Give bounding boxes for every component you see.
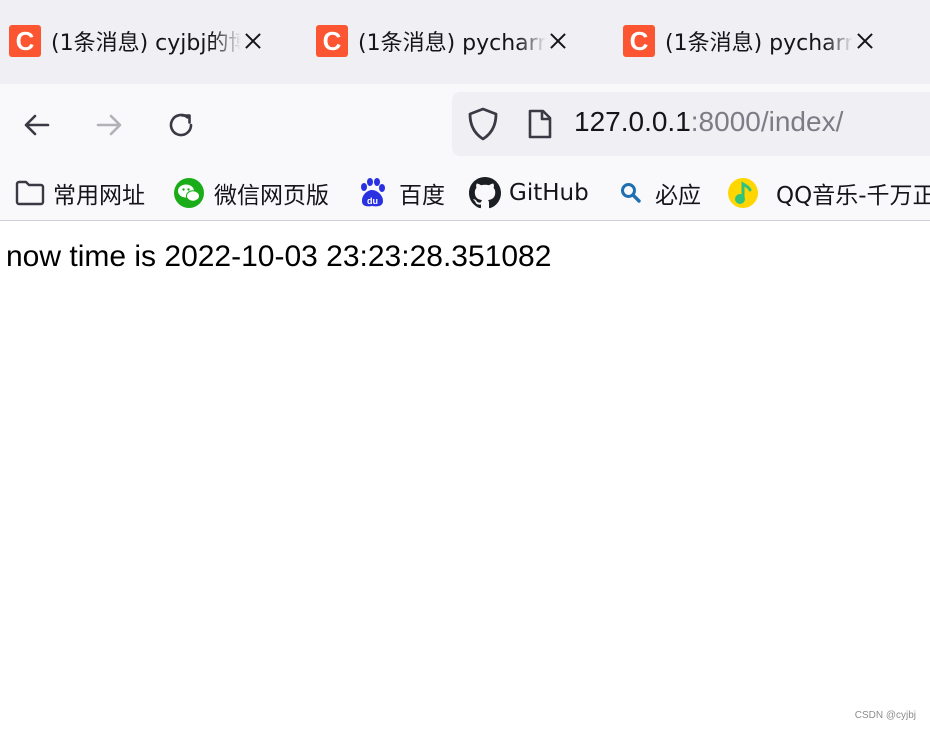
close-tab-icon[interactable] xyxy=(243,31,263,51)
bookmarks-toolbar: 常用网址 微信网页版 du 百度 GitHub 必应 QQ音乐-千万正 xyxy=(0,166,930,221)
server-time-text: now time is 2022-10-03 23:23:28.351082 xyxy=(6,240,552,273)
reload-icon xyxy=(169,113,193,137)
folder-icon xyxy=(15,180,45,206)
bookmark-label: QQ音乐-千万正 xyxy=(776,183,930,209)
csdn-watermark: CSDN @cyjbj xyxy=(854,710,916,721)
bookmark-label: 微信网页版 xyxy=(214,183,329,209)
forward-button[interactable] xyxy=(89,104,129,146)
bookmark-baidu[interactable]: du 百度 xyxy=(357,176,445,210)
tab-title: (1条消息) pycharm xyxy=(665,31,853,56)
close-tab-icon[interactable] xyxy=(548,31,568,51)
csdn-favicon-icon: C xyxy=(9,25,41,57)
bookmark-label: 百度 xyxy=(399,183,445,209)
bookmark-folder-common-sites[interactable]: 常用网址 xyxy=(15,176,145,210)
tab-title: (1条消息) pycharm xyxy=(358,31,546,56)
back-button[interactable] xyxy=(17,104,57,146)
baidu-icon: du xyxy=(361,178,385,207)
bookmark-bing[interactable]: 必应 xyxy=(619,176,701,210)
tab-3[interactable]: C (1条消息) pycharm xyxy=(623,24,875,58)
address-bar[interactable]: 127.0.0.1:8000/index/ xyxy=(452,92,930,156)
page-info-icon[interactable] xyxy=(526,108,554,140)
close-tab-icon[interactable] xyxy=(855,31,875,51)
bookmark-label: GitHub xyxy=(509,180,589,206)
arrow-left-icon xyxy=(24,114,50,136)
bookmark-label: 必应 xyxy=(655,183,701,209)
tab-1[interactable]: C (1条消息) cyjbj的博 xyxy=(9,24,263,58)
tracking-protection-shield-icon[interactable] xyxy=(466,106,500,142)
qq-music-icon xyxy=(728,178,758,208)
arrow-right-icon xyxy=(96,114,122,136)
csdn-favicon-icon: C xyxy=(316,25,348,57)
tab-strip: C (1条消息) cyjbj的博 C (1条消息) pycharm C (1条消… xyxy=(0,0,930,84)
tab-title: (1条消息) cyjbj的博 xyxy=(51,31,241,56)
bookmark-github[interactable]: GitHub xyxy=(469,176,589,210)
bookmark-qq-music[interactable]: QQ音乐-千万正 xyxy=(727,176,930,210)
github-icon xyxy=(469,177,501,209)
page-content: now time is 2022-10-03 23:23:28.351082 C… xyxy=(0,222,930,730)
svg-text:du: du xyxy=(367,196,378,206)
navigation-toolbar: 127.0.0.1:8000/index/ xyxy=(0,84,930,166)
bookmark-label: 常用网址 xyxy=(53,183,145,209)
wechat-icon xyxy=(174,178,204,208)
bookmark-wechat[interactable]: 微信网页版 xyxy=(173,176,329,210)
bing-search-icon xyxy=(621,183,641,203)
csdn-favicon-icon: C xyxy=(623,25,655,57)
url-host: 127.0.0.1 xyxy=(574,106,691,137)
url-path: :8000/index/ xyxy=(690,106,844,137)
tab-2[interactable]: C (1条消息) pycharm xyxy=(316,24,568,58)
reload-button[interactable] xyxy=(161,104,201,146)
url-text[interactable]: 127.0.0.1:8000/index/ xyxy=(574,106,843,138)
